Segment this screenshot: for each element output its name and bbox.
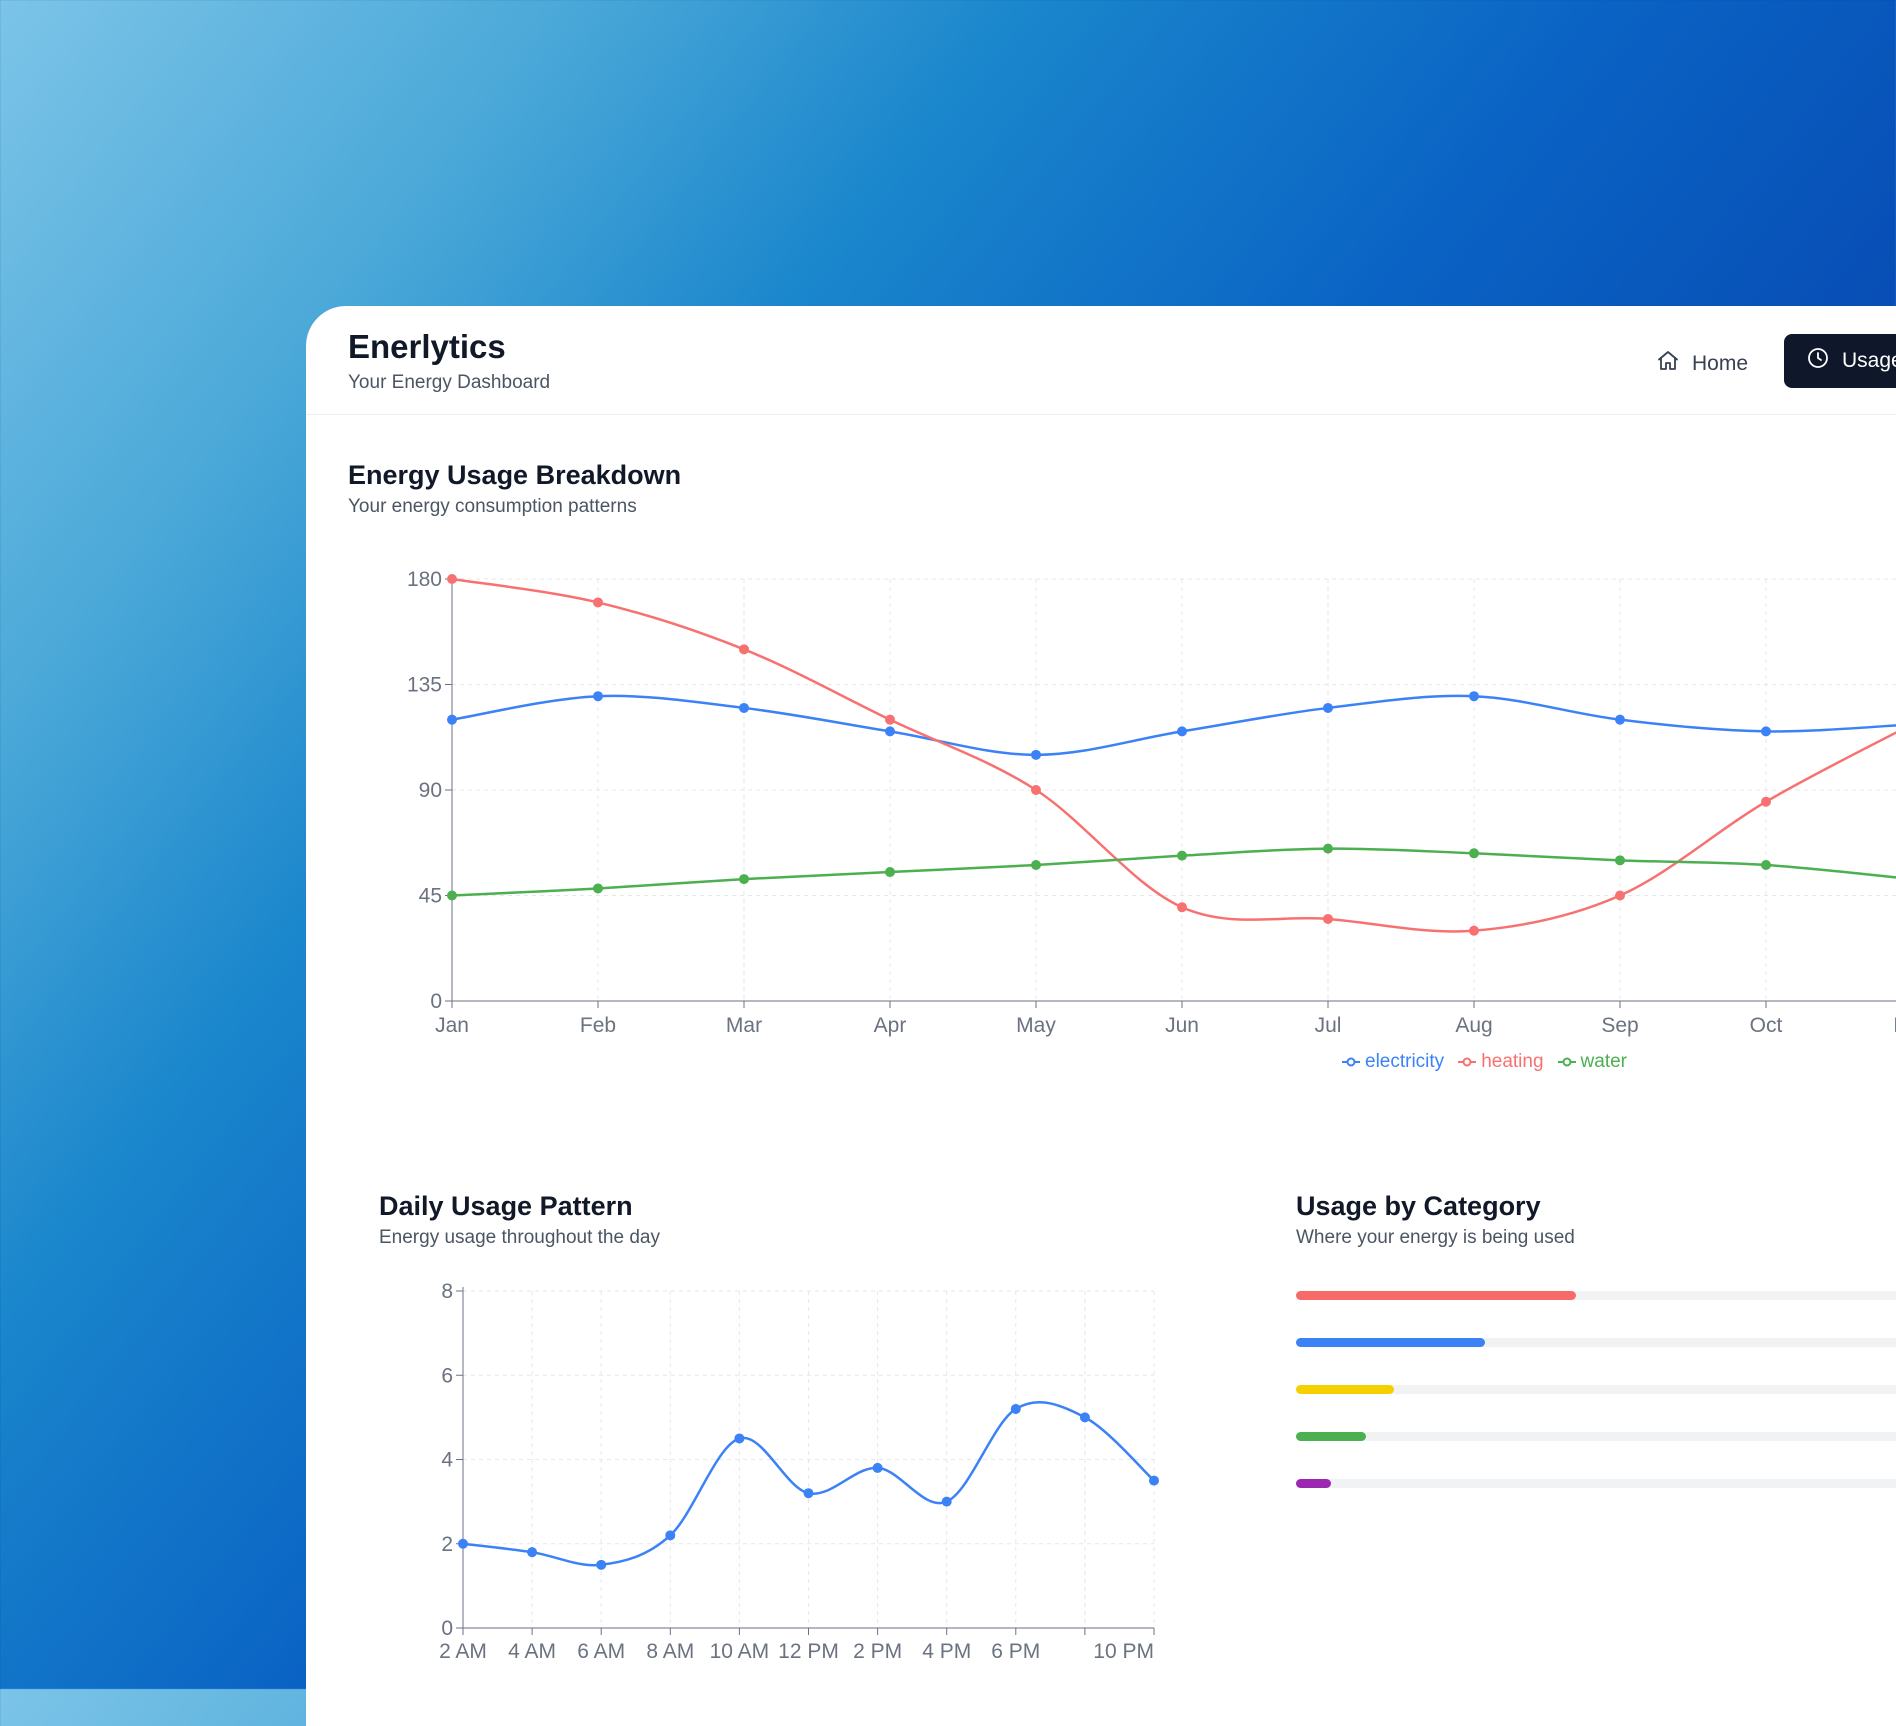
daily-data-point <box>803 1488 814 1499</box>
app-window: Enerlytics Your Energy Dashboard Home Us… <box>306 306 1896 1726</box>
category-bar-fill <box>1296 1385 1394 1394</box>
category-bar-row <box>1296 1291 1896 1301</box>
data-point-heating <box>1615 890 1625 901</box>
daily-data-point <box>1079 1412 1090 1423</box>
daily-xtick-label: 8 AM <box>646 1640 694 1663</box>
daily-data-point <box>1010 1403 1021 1414</box>
data-point-water <box>1615 855 1625 866</box>
daily-xtick-label: 12 PM <box>778 1640 839 1663</box>
category-bar-fill <box>1296 1338 1485 1347</box>
category-bar-fill <box>1296 1479 1331 1488</box>
daily-xtick-label: 2 PM <box>853 1640 902 1663</box>
data-point-electricity <box>1615 714 1625 725</box>
daily-xtick-label: 2 AM <box>439 1640 487 1663</box>
data-point-water <box>1761 860 1771 871</box>
daily-ytick-label: 6 <box>441 1364 453 1387</box>
daily-data-point <box>665 1530 676 1541</box>
legend-label-water: water <box>1580 1051 1627 1072</box>
category-bar-track <box>1296 1479 1896 1488</box>
category-subtitle: Where your energy is being used <box>1296 1227 1575 1248</box>
daily-ytick-label: 2 <box>441 1533 453 1556</box>
daily-usage-chart: 0 2 4 6 8 2 AM 4 AM 6 AM 8 AM 10 AM 12 PM 2 PM 4 PM 6… <box>439 1280 1159 1663</box>
daily-data-point <box>596 1559 607 1570</box>
daily-xtick-label: 10 AM <box>710 1640 770 1663</box>
daily-ytick-label: 8 <box>441 1280 453 1303</box>
category-bar-fill <box>1296 1291 1576 1300</box>
daily-data-point <box>1149 1475 1159 1486</box>
breakdown-xtick-label: Oct <box>1750 1014 1783 1037</box>
daily-data-point <box>734 1433 745 1444</box>
daily-xtick-label: 6 PM <box>991 1640 1040 1663</box>
daily-data-point <box>458 1538 468 1549</box>
daily-xtick-label: 4 PM <box>922 1640 971 1663</box>
legend-item-water[interactable]: water <box>1557 1051 1627 1073</box>
category-title: Usage by Category <box>1296 1191 1541 1221</box>
category-bar-fill <box>1296 1432 1366 1441</box>
category-bar-track <box>1296 1432 1896 1441</box>
daily-data-point <box>872 1462 883 1473</box>
data-point-electricity <box>1761 726 1771 737</box>
daily-xtick-label: 4 AM <box>508 1640 556 1663</box>
daily-ytick-label: 0 <box>441 1617 453 1640</box>
daily-data-point <box>527 1547 538 1558</box>
category-bar-row <box>1296 1338 1896 1348</box>
daily-data-point <box>941 1496 952 1507</box>
data-point-heating <box>1761 796 1771 807</box>
legend-marker-water <box>1557 1057 1576 1067</box>
category-bar-row <box>1296 1432 1896 1442</box>
breakdown-xtick-label: Sep <box>1601 1014 1638 1037</box>
category-bar-row <box>1296 1479 1896 1489</box>
daily-xtick-label: 10 PM <box>1093 1640 1154 1663</box>
daily-xtick-label: 6 AM <box>577 1640 625 1663</box>
category-bar-row <box>1296 1385 1896 1395</box>
daily-ytick-label: 4 <box>441 1449 453 1472</box>
